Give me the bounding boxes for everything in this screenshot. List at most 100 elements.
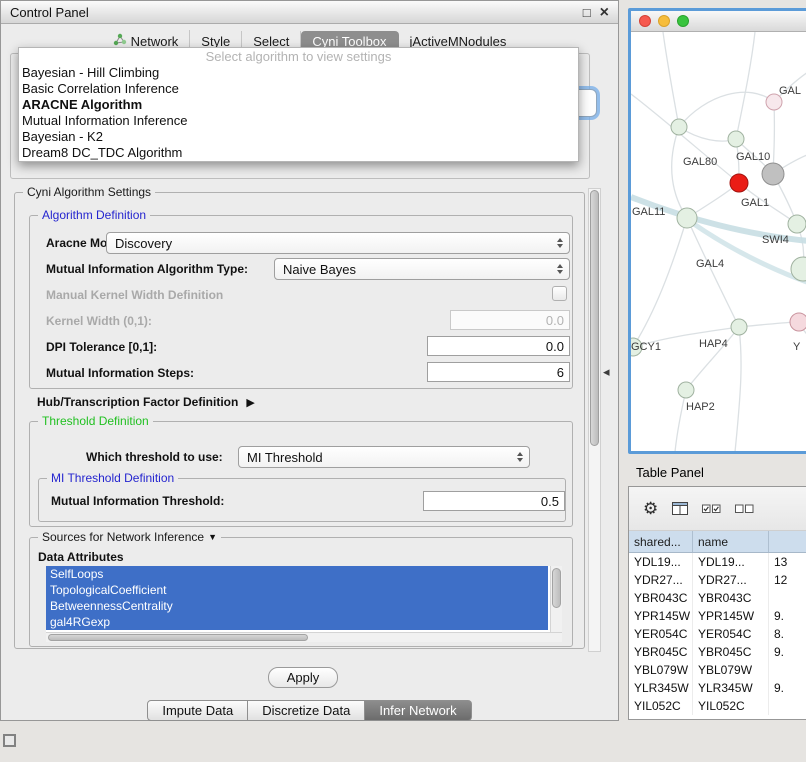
algorithm-option-aracne[interactable]: ARACNE Algorithm <box>19 97 578 113</box>
cell[interactable] <box>769 589 806 607</box>
cell[interactable] <box>769 697 806 715</box>
select-all-columns-icon[interactable] <box>702 504 721 514</box>
column-header-extra[interactable] <box>769 531 806 552</box>
table-row[interactable]: YDL19... YDL19... 13 <box>629 553 806 571</box>
cell[interactable]: YPR145W <box>629 607 693 625</box>
node-selected[interactable] <box>730 174 748 192</box>
cell[interactable]: YIL052C <box>693 697 769 715</box>
expand-arrow-icon[interactable]: ▶ <box>246 396 254 409</box>
list-item-selfloops[interactable]: SelfLoops <box>46 566 548 582</box>
algorithm-option-dream8[interactable]: Dream8 DC_TDC Algorithm <box>19 145 578 161</box>
node[interactable] <box>678 382 694 398</box>
table-panel: ⚙ shared... name YDL19... YDL19... 13 YD… <box>628 486 806 720</box>
node[interactable] <box>671 119 687 135</box>
cell[interactable]: 13 <box>769 553 806 571</box>
algorithm-option-bayesian-k2[interactable]: Bayesian - K2 <box>19 129 578 145</box>
algorithm-definition-title: Algorithm Definition <box>38 208 150 222</box>
list-item-gal4rgexp[interactable]: gal4RGexp <box>46 614 548 630</box>
cell[interactable]: YLR345W <box>693 679 769 697</box>
columns-icon[interactable] <box>672 502 688 515</box>
node-label: Y <box>793 341 801 353</box>
table-row[interactable]: YLR345W YLR345W 9. <box>629 679 806 697</box>
manual-kernel-width-label: Manual Kernel Width Definition <box>46 288 223 302</box>
data-attributes-list[interactable]: SelfLoops TopologicalCoefficient Between… <box>46 566 562 642</box>
table-row[interactable]: YBR043C YBR043C <box>629 589 806 607</box>
cell[interactable]: 12 <box>769 571 806 589</box>
cell[interactable]: YBR043C <box>629 589 693 607</box>
cell[interactable]: YDL19... <box>629 553 693 571</box>
table-row[interactable]: YPR145W YPR145W 9. <box>629 607 806 625</box>
node-label: GAL <box>779 85 801 97</box>
column-header-shared-name[interactable]: shared... <box>629 531 693 552</box>
manual-kernel-width-checkbox[interactable] <box>552 286 567 301</box>
table-row[interactable]: YER054C YER054C 8. <box>629 625 806 643</box>
table-row[interactable]: YIL052C YIL052C <box>629 697 806 715</box>
float-window-icon[interactable]: □ <box>583 5 591 20</box>
panel-splitter-collapse-icon[interactable]: ◂ <box>603 364 610 380</box>
table-row[interactable]: YBL079W YBL079W <box>629 661 806 679</box>
cell[interactable]: YIL052C <box>629 697 693 715</box>
kernel-width-field[interactable]: 0.0 <box>450 310 570 330</box>
cell[interactable]: YBR045C <box>693 643 769 661</box>
node-label: HAP2 <box>686 401 715 413</box>
node[interactable] <box>790 313 806 331</box>
cell[interactable]: YLR345W <box>629 679 693 697</box>
node[interactable] <box>677 208 697 228</box>
network-window-titlebar[interactable] <box>631 11 806 32</box>
close-traffic-light-icon[interactable] <box>639 15 651 27</box>
cell[interactable]: YDL19... <box>693 553 769 571</box>
algorithm-option-bayesian-hill-climbing[interactable]: Bayesian - Hill Climbing <box>19 65 578 81</box>
node[interactable] <box>731 319 747 335</box>
network-canvas[interactable]: GAL GAL80 GAL10 GAL11 GAL1 SWI4 GAL4 GCY… <box>631 32 806 451</box>
cell[interactable]: 9. <box>769 607 806 625</box>
table-row[interactable]: YBR045C YBR045C 9. <box>629 643 806 661</box>
mi-threshold-field[interactable]: 0.5 <box>423 491 565 511</box>
cell[interactable]: 9. <box>769 679 806 697</box>
node[interactable] <box>728 131 744 147</box>
cell[interactable]: YBR045C <box>629 643 693 661</box>
cell[interactable]: YER054C <box>629 625 693 643</box>
mi-algorithm-type-combobox[interactable]: Naive Bayes <box>274 258 570 280</box>
algorithm-popup-placeholder: Select algorithm to view settings <box>19 48 578 65</box>
cell[interactable]: YDR27... <box>693 571 769 589</box>
scrollbar-thumb[interactable] <box>552 568 561 608</box>
cell[interactable]: YBL079W <box>693 661 769 679</box>
settings-vertical-scrollbar[interactable] <box>588 188 601 652</box>
algorithm-option-basic-correlation[interactable]: Basic Correlation Inference <box>19 81 578 97</box>
cell[interactable]: 9. <box>769 643 806 661</box>
gear-icon[interactable]: ⚙ <box>643 500 658 517</box>
cell[interactable] <box>769 661 806 679</box>
table-row[interactable]: YDR27... YDR27... 12 <box>629 571 806 589</box>
deselect-all-columns-icon[interactable] <box>735 504 754 514</box>
which-threshold-combobox[interactable]: MI Threshold <box>238 446 530 468</box>
cell[interactable]: YDR27... <box>629 571 693 589</box>
tab-impute-data[interactable]: Impute Data <box>147 700 248 721</box>
list-horizontal-scrollbar[interactable] <box>46 632 562 642</box>
list-item-topologicalcoefficient[interactable]: TopologicalCoefficient <box>46 582 548 598</box>
mi-steps-field[interactable]: 6 <box>427 362 570 382</box>
cell[interactable]: 8. <box>769 625 806 643</box>
apply-button[interactable]: Apply <box>268 667 338 688</box>
dpi-tolerance-field[interactable]: 0.0 <box>427 336 570 356</box>
cell[interactable]: YER054C <box>693 625 769 643</box>
cell[interactable]: YBR043C <box>693 589 769 607</box>
minimize-traffic-light-icon[interactable] <box>658 15 670 27</box>
scrollbar-thumb[interactable] <box>590 190 599 446</box>
minimized-panel-icon[interactable] <box>3 734 16 747</box>
scrollbar-thumb[interactable] <box>48 634 308 641</box>
collapse-triangle-icon[interactable]: ▼ <box>208 532 217 542</box>
algorithm-option-mutual-information[interactable]: Mutual Information Inference <box>19 113 578 129</box>
node-neighbor[interactable] <box>762 163 784 185</box>
cell[interactable]: YPR145W <box>693 607 769 625</box>
list-item-betweennesscentrality[interactable]: BetweennessCentrality <box>46 598 548 614</box>
column-header-name[interactable]: name <box>693 531 769 552</box>
node[interactable] <box>788 215 806 233</box>
list-vertical-scrollbar[interactable] <box>550 566 562 632</box>
aracne-mode-combobox[interactable]: Discovery <box>106 232 570 254</box>
cell[interactable]: YBL079W <box>629 661 693 679</box>
tab-discretize-data[interactable]: Discretize Data <box>248 700 365 721</box>
tab-infer-network[interactable]: Infer Network <box>365 700 471 721</box>
close-window-icon[interactable]: × <box>600 6 609 19</box>
zoom-traffic-light-icon[interactable] <box>677 15 689 27</box>
hub-transcription-factor-section[interactable]: Hub/Transcription Factor Definition ▶ <box>37 395 255 409</box>
